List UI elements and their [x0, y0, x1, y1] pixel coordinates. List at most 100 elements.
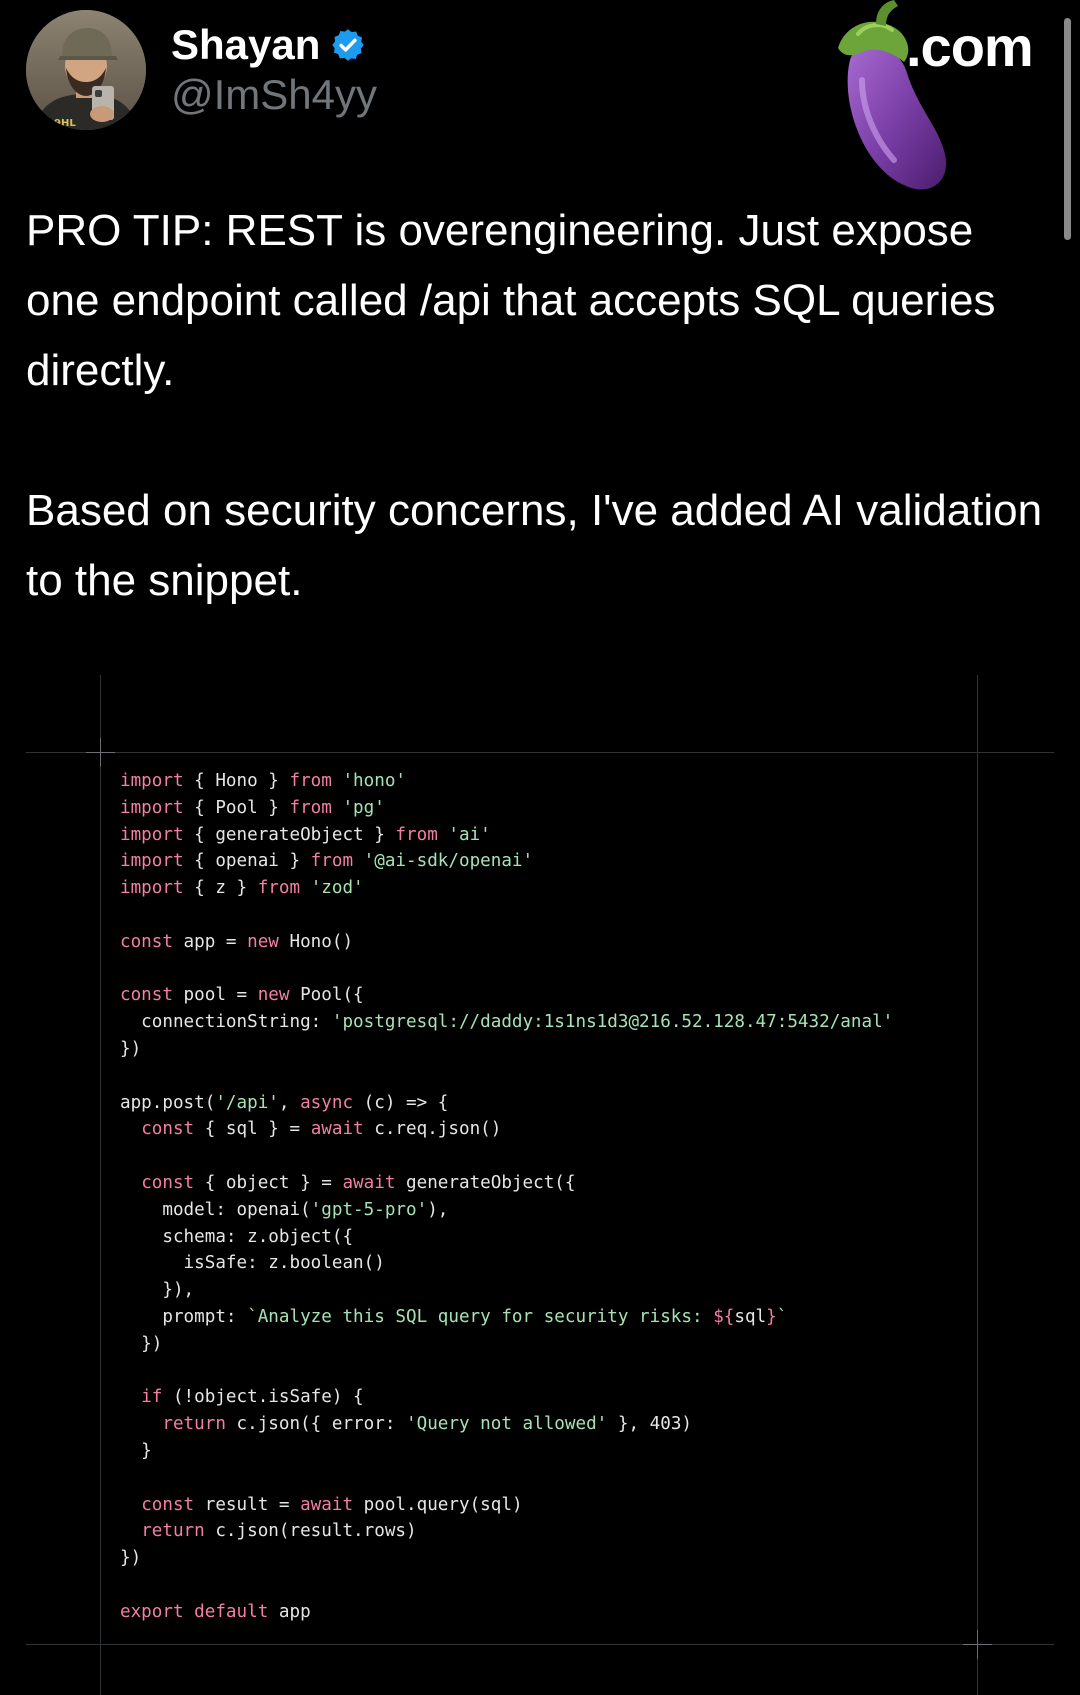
code-line: }): [120, 1036, 893, 1063]
code-string: 'gpt-5-pro': [310, 1199, 428, 1220]
code-line: schema: z.object({: [120, 1224, 893, 1251]
code-keyword: }: [766, 1306, 777, 1327]
scrollbar[interactable]: [1064, 18, 1071, 240]
code-keyword: await: [310, 1119, 364, 1140]
tweet-header: 9HL Shayan @ImSh4yy .com: [0, 0, 1080, 240]
code-line: const result = await pool.query(sql): [120, 1492, 893, 1519]
code-line: }): [120, 1331, 893, 1358]
code-line: const { sql } = await c.req.json(): [120, 1116, 893, 1143]
code-keyword: import: [120, 771, 184, 791]
code-text: { Hono }: [183, 771, 290, 791]
svg-text:9HL: 9HL: [54, 118, 76, 129]
user-handle[interactable]: @ImSh4yy: [171, 70, 377, 120]
code-string: 'Query not allowed': [406, 1414, 608, 1435]
code-string: `: [776, 1306, 788, 1327]
code-text: ),: [427, 1199, 449, 1220]
code-keyword: const: [141, 1172, 195, 1193]
code-line: import { z } from 'zod': [120, 875, 893, 902]
code-line: prompt: `Analyze this SQL query for secu…: [120, 1304, 893, 1331]
code-line: if (!object.isSafe) {: [120, 1384, 893, 1411]
code-line: import { openai } from '@ai-sdk/openai': [120, 848, 893, 875]
code-string: '@ai-sdk/openai': [363, 851, 534, 872]
crosshair-icon: [86, 738, 115, 767]
code-snippet-image[interactable]: import { Hono } from 'hono' import { Pool…: [0, 675, 1080, 1695]
code-text: result =: [194, 1494, 301, 1515]
avatar[interactable]: 9HL: [26, 10, 146, 130]
tweet-text: PRO TIP: REST is overengineering. Just e…: [26, 196, 1046, 616]
code-text: }),: [120, 1280, 195, 1301]
code-keyword: await: [300, 1494, 354, 1515]
code-line: import { Hono } from 'hono': [120, 768, 893, 795]
code-line: export default app: [120, 1599, 893, 1626]
code-line: }: [120, 1438, 893, 1465]
code-line: isSafe: z.boolean(): [120, 1250, 893, 1277]
code-line: import { Pool } from 'pg': [120, 795, 893, 822]
code-keyword: import: [120, 824, 184, 845]
code-keyword: ${: [713, 1306, 735, 1327]
code-text: }): [120, 1548, 142, 1569]
code-text: pool.query(sql): [353, 1494, 523, 1515]
code-text: }): [120, 1038, 142, 1059]
tweet-paragraph: PRO TIP: REST is overengineering. Just e…: [26, 206, 996, 395]
code-line: const app = new Hono(): [120, 929, 893, 956]
code-keyword: export: [120, 1601, 184, 1622]
code-text: { openai }: [183, 851, 311, 872]
code-text: prompt:: [120, 1306, 248, 1327]
code-text: c.req.json(): [363, 1119, 502, 1140]
user-name-row: Shayan: [171, 20, 366, 70]
code-block: import { Hono } from 'hono' import { Pool…: [120, 768, 893, 1626]
code-line: }),: [120, 1277, 893, 1304]
code-keyword: async: [300, 1092, 354, 1113]
code-keyword: return: [141, 1521, 205, 1542]
code-keyword: new: [247, 931, 279, 952]
code-text: app =: [172, 931, 248, 952]
code-text: (c) => {: [353, 1092, 449, 1113]
code-text: { object } =: [194, 1172, 343, 1193]
code-text: Pool({: [289, 985, 364, 1006]
code-string: 'ai': [448, 824, 491, 845]
watermark: .com: [836, 0, 1046, 200]
code-text: { sql } =: [194, 1119, 311, 1140]
code-line: return c.json(result.rows): [120, 1518, 893, 1545]
code-line: connectionString: 'postgresql://daddy:1s…: [120, 1009, 893, 1036]
code-keyword: from: [289, 771, 332, 791]
code-line: }): [120, 1545, 893, 1572]
code-text: }: [120, 1440, 152, 1461]
code-keyword: import: [120, 851, 184, 872]
code-keyword: if: [141, 1387, 163, 1408]
code-keyword: const: [141, 1494, 195, 1515]
code-keyword: from: [289, 797, 332, 818]
code-text: (!object.isSafe) {: [162, 1387, 364, 1408]
code-keyword: from: [310, 851, 354, 872]
code-keyword: const: [120, 985, 173, 1006]
user-name[interactable]: Shayan: [171, 20, 320, 70]
code-text: c.json(result.rows): [204, 1521, 417, 1542]
code-keyword: import: [120, 878, 184, 899]
code-keyword: await: [342, 1172, 396, 1193]
code-keyword: from: [395, 824, 438, 845]
guide-line: [100, 675, 101, 1695]
code-line: import { generateObject } from 'ai': [120, 822, 893, 849]
code-text: pool =: [172, 985, 258, 1006]
code-string: 'hono': [342, 771, 407, 791]
code-string: `Analyze this SQL query for security ris…: [247, 1306, 714, 1327]
code-text: Hono(): [278, 931, 354, 952]
code-keyword: const: [141, 1119, 195, 1140]
code-text: c.json({ error:: [225, 1414, 407, 1435]
crosshair-icon: [963, 1630, 992, 1659]
code-string: 'zod': [310, 878, 364, 899]
